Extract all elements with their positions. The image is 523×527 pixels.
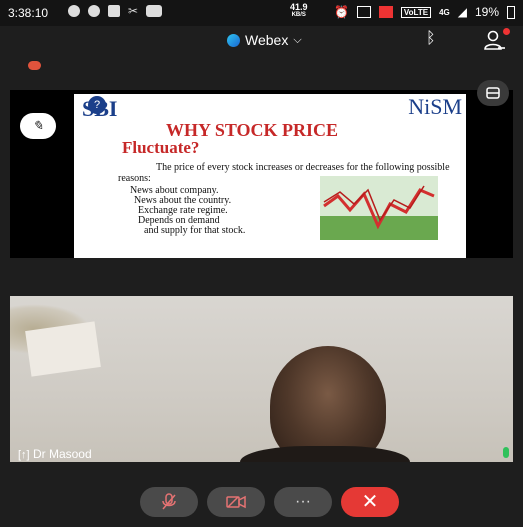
pen-icon: ✎ — [32, 118, 44, 133]
layout-button[interactable] — [477, 80, 509, 106]
reasons-list: News about company. News about the count… — [130, 186, 245, 236]
lock-icon — [108, 5, 120, 17]
webex-logo-icon — [227, 33, 240, 47]
slide-subtitle: Fluctuate? — [122, 138, 200, 157]
more-icon: ··· — [295, 493, 311, 510]
participant-video — [10, 296, 513, 462]
app-title: Webex — [245, 32, 289, 48]
stock-chart-image — [320, 176, 438, 240]
more-button[interactable]: ··· — [274, 487, 332, 517]
tools-icon: ✂ — [128, 4, 139, 18]
status-right: ⏰ VoLTE 4G ◢ 19% — [334, 5, 515, 19]
record-icon — [88, 5, 100, 17]
battery-icon — [507, 5, 515, 19]
screenshot-icon — [356, 6, 371, 18]
leave-button[interactable]: ✕ — [341, 487, 399, 517]
recording-indicator[interactable] — [28, 61, 41, 70]
mic-off-icon — [162, 493, 176, 510]
notification-dot — [503, 28, 510, 35]
network-speed: 41.9 KB/S — [290, 3, 308, 19]
participant-name: Dr Masood — [32, 447, 92, 461]
participant-label: [↑] Dr Masood — [18, 447, 92, 461]
meeting-header: Webex ⌵ ᛒ — [0, 26, 523, 56]
presentation-slide: SBI ? NiSM WHY STOCK PRICE Fluctuate? Th… — [74, 94, 466, 258]
help-icon: ? — [88, 96, 106, 114]
volte-badge: VoLTE — [400, 6, 432, 18]
nism-logo: NiSM — [408, 94, 462, 119]
upload-icon: [↑] — [18, 449, 30, 461]
alarm-icon: ⏰ — [333, 5, 349, 19]
mic-on-icon — [503, 447, 509, 458]
layout-icon — [486, 87, 500, 99]
signal-icon: ◢ — [457, 5, 467, 19]
status-time: 3:38:10 — [8, 6, 49, 20]
video-off-icon — [226, 495, 246, 508]
vpn-icon — [146, 5, 163, 17]
meeting-switcher[interactable]: Webex ⌵ — [227, 32, 302, 48]
network-speed-unit: KB/S — [291, 12, 306, 18]
participants-button[interactable] — [484, 28, 510, 50]
participant-namebar: [↑] Dr Masood — [10, 444, 513, 462]
list-item: and supply for that stock. — [144, 225, 246, 236]
battery-level: 19% — [474, 5, 499, 19]
chevron-down-icon: ⌵ — [293, 33, 302, 46]
mute-button[interactable] — [140, 487, 198, 517]
chat-icon — [68, 5, 80, 17]
status-bar: 3:38:10 ✂ 41.9 KB/S ⏰ VoLTE 4G ◢ 19% — [0, 0, 523, 26]
background-paper — [25, 321, 101, 377]
annotate-button[interactable]: ✎ — [20, 113, 56, 139]
signal-label: 4G — [439, 7, 450, 17]
close-icon: ✕ — [361, 491, 379, 513]
camera-button[interactable] — [207, 487, 265, 517]
notification-icons: ✂ — [68, 4, 163, 18]
network-speed-value: 41.9 — [290, 2, 308, 12]
call-controls: ··· ✕ — [0, 487, 523, 517]
bluetooth-icon[interactable]: ᛒ — [426, 30, 436, 48]
cast-icon — [378, 6, 393, 18]
